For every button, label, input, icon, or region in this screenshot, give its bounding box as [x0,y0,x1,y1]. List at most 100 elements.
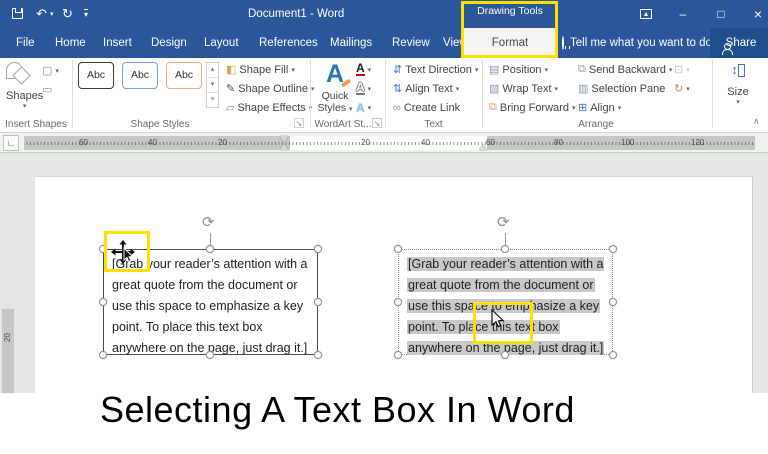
rotate-objects-button[interactable]: ↻ ▾ [674,80,690,97]
ruler-number: 20 [361,138,370,147]
bring-forward-icon: ⧉ [489,101,497,113]
textbox-line: point. To place this text box [112,320,263,334]
wrap-text-button[interactable]: ▧ Wrap Text ▾ [489,80,558,97]
right-indent-marker[interactable] [479,144,487,150]
qat-customize-icon[interactable]: ▾ [84,9,89,19]
resize-handle[interactable] [501,351,509,359]
edit-shape-button[interactable]: ▢ ▾ [42,62,59,79]
textbox-left[interactable]: [Grab your reader’s attention with a gre… [103,249,318,355]
ruler-number: 100 [621,138,635,147]
ribbon-display-options-icon[interactable] [640,9,652,19]
tab-format-active[interactable]: Format [464,28,556,58]
resize-handle[interactable] [394,245,402,253]
share-button[interactable]: Share [710,28,768,58]
gallery-down-icon[interactable]: ▾ [207,78,218,93]
shape-outline-button[interactable]: ✎ Shape Outline ▾ [226,80,314,97]
rotate-handle-icon[interactable]: ⟳ [202,213,215,231]
horizontal-ruler[interactable]: 60 40 20 20 40 60 80 100 120 [24,136,755,150]
gallery-more-icon[interactable]: ≡ [207,93,218,108]
tab-mailings[interactable]: Mailings [330,28,372,58]
redo-icon[interactable]: ↻ [62,0,73,28]
resize-handle[interactable] [99,245,107,253]
resize-handle[interactable] [314,351,322,359]
tab-layout[interactable]: Layout [204,28,239,58]
rotate-handle-icon[interactable]: ⟳ [497,213,510,231]
text-direction-button[interactable]: ⇵ Text Direction ▾ [393,61,478,78]
textbox-line: point. To place this text box [407,317,604,338]
shape-style-preset-2[interactable]: Abc [122,62,158,89]
ruler-number: 40 [148,138,157,147]
size-button[interactable]: ↕ Size ▾ [720,62,756,106]
tab-file[interactable]: File [16,28,35,58]
shape-styles-launcher-icon[interactable]: ↘ [294,118,304,128]
tab-selector[interactable]: ∟ [3,135,19,151]
selection-pane-button[interactable]: ▥ Selection Pane [578,80,665,97]
save-icon[interactable] [12,8,23,19]
chevron-down-icon: ▾ [668,66,673,74]
gallery-up-icon[interactable]: ▴ [207,63,218,78]
text-outline-button[interactable]: A ▾ [356,80,371,97]
shape-effects-label: Shape Effects [237,101,306,114]
ruler-number: 40 [421,138,430,147]
undo-icon[interactable]: ↶ [36,0,47,28]
chevron-down-icon: ▾ [571,104,576,112]
resize-handle[interactable] [99,298,107,306]
close-icon[interactable]: × [748,0,768,28]
text-effects-button[interactable]: A ▾ [356,99,371,116]
draw-textbox-button[interactable]: ▭ [42,81,52,98]
ruler-number: 80 [554,138,563,147]
first-line-indent-marker[interactable] [280,136,288,142]
resize-handle[interactable] [314,298,322,306]
tab-design[interactable]: Design [151,28,187,58]
tab-review[interactable]: Review [392,28,430,58]
wrap-text-icon: ▧ [489,83,500,95]
bring-forward-button[interactable]: ⧉ Bring Forward ▾ [489,99,575,116]
align-text-button[interactable]: ⇅ Align Text ▾ [393,80,459,97]
ruler-band: ∟ 60 40 20 20 40 60 80 100 120 [0,133,768,153]
shapes-button[interactable]: Shapes ▾ [6,62,43,110]
textbox-right[interactable]: [Grab your reader’s attention with a gre… [398,249,613,355]
resize-handle[interactable] [206,245,214,253]
tab-insert[interactable]: Insert [103,28,132,58]
hanging-indent-marker[interactable] [280,144,288,150]
group-objects-button[interactable]: ⊡ ▾ [674,61,690,78]
textbox-line: use this space to emphasize a key [407,296,604,317]
position-button[interactable]: ▤ Position ▾ [489,61,548,78]
shape-fill-button[interactable]: ◧ Shape Fill ▾ [226,61,295,78]
tab-references[interactable]: References [259,28,318,58]
resize-handle[interactable] [609,351,617,359]
shapes-label: Shapes [6,90,44,102]
shape-outline-icon: ✎ [226,83,236,95]
shape-style-preset-3[interactable]: Abc [166,62,202,89]
resize-handle[interactable] [394,351,402,359]
resize-handle[interactable] [609,245,617,253]
send-backward-button[interactable]: ⧉ Send Backward ▾ [578,61,672,78]
tell-me-label: Tell me what you want to do [570,37,712,49]
tell-me-box[interactable]: Tell me what you want to do [562,28,712,58]
shape-effects-button[interactable]: ▱ Shape Effects ▾ [226,99,312,116]
selection-pane-label: Selection Pane [591,82,666,95]
align-button[interactable]: ⊞ Align ▾ [578,99,621,116]
quick-styles-button[interactable]: A Quick Styles ▾ [315,60,355,114]
undo-dropdown-icon[interactable]: ▾ [50,1,54,29]
create-link-button[interactable]: ∞ Create Link [393,99,460,116]
chevron-down-icon: ▾ [55,67,59,75]
resize-handle[interactable] [609,298,617,306]
shape-style-preset-1[interactable]: Abc [78,62,114,89]
resize-handle[interactable] [314,245,322,253]
resize-handle[interactable] [206,351,214,359]
wordart-launcher-icon[interactable]: ↘ [372,118,382,128]
maximize-icon[interactable]: □ [711,0,731,28]
align-objects-icon: ⊞ [578,102,588,114]
resize-handle[interactable] [394,298,402,306]
textbox-left-text: [Grab your reader’s attention with a gre… [112,254,307,359]
collapse-ribbon-icon[interactable]: ∧ [753,116,760,127]
resize-handle[interactable] [501,245,509,253]
resize-handle[interactable] [99,351,107,359]
chevron-down-icon: ▾ [310,85,315,93]
tab-home[interactable]: Home [55,28,86,58]
text-fill-button[interactable]: A ▾ [356,61,371,78]
title-bar: ↶ ▾ ↻ ▾ Document1 - Word – □ × Drawing T… [0,0,768,28]
minimize-icon[interactable]: – [673,0,693,28]
draw-textbox-icon: ▭ [42,84,53,96]
